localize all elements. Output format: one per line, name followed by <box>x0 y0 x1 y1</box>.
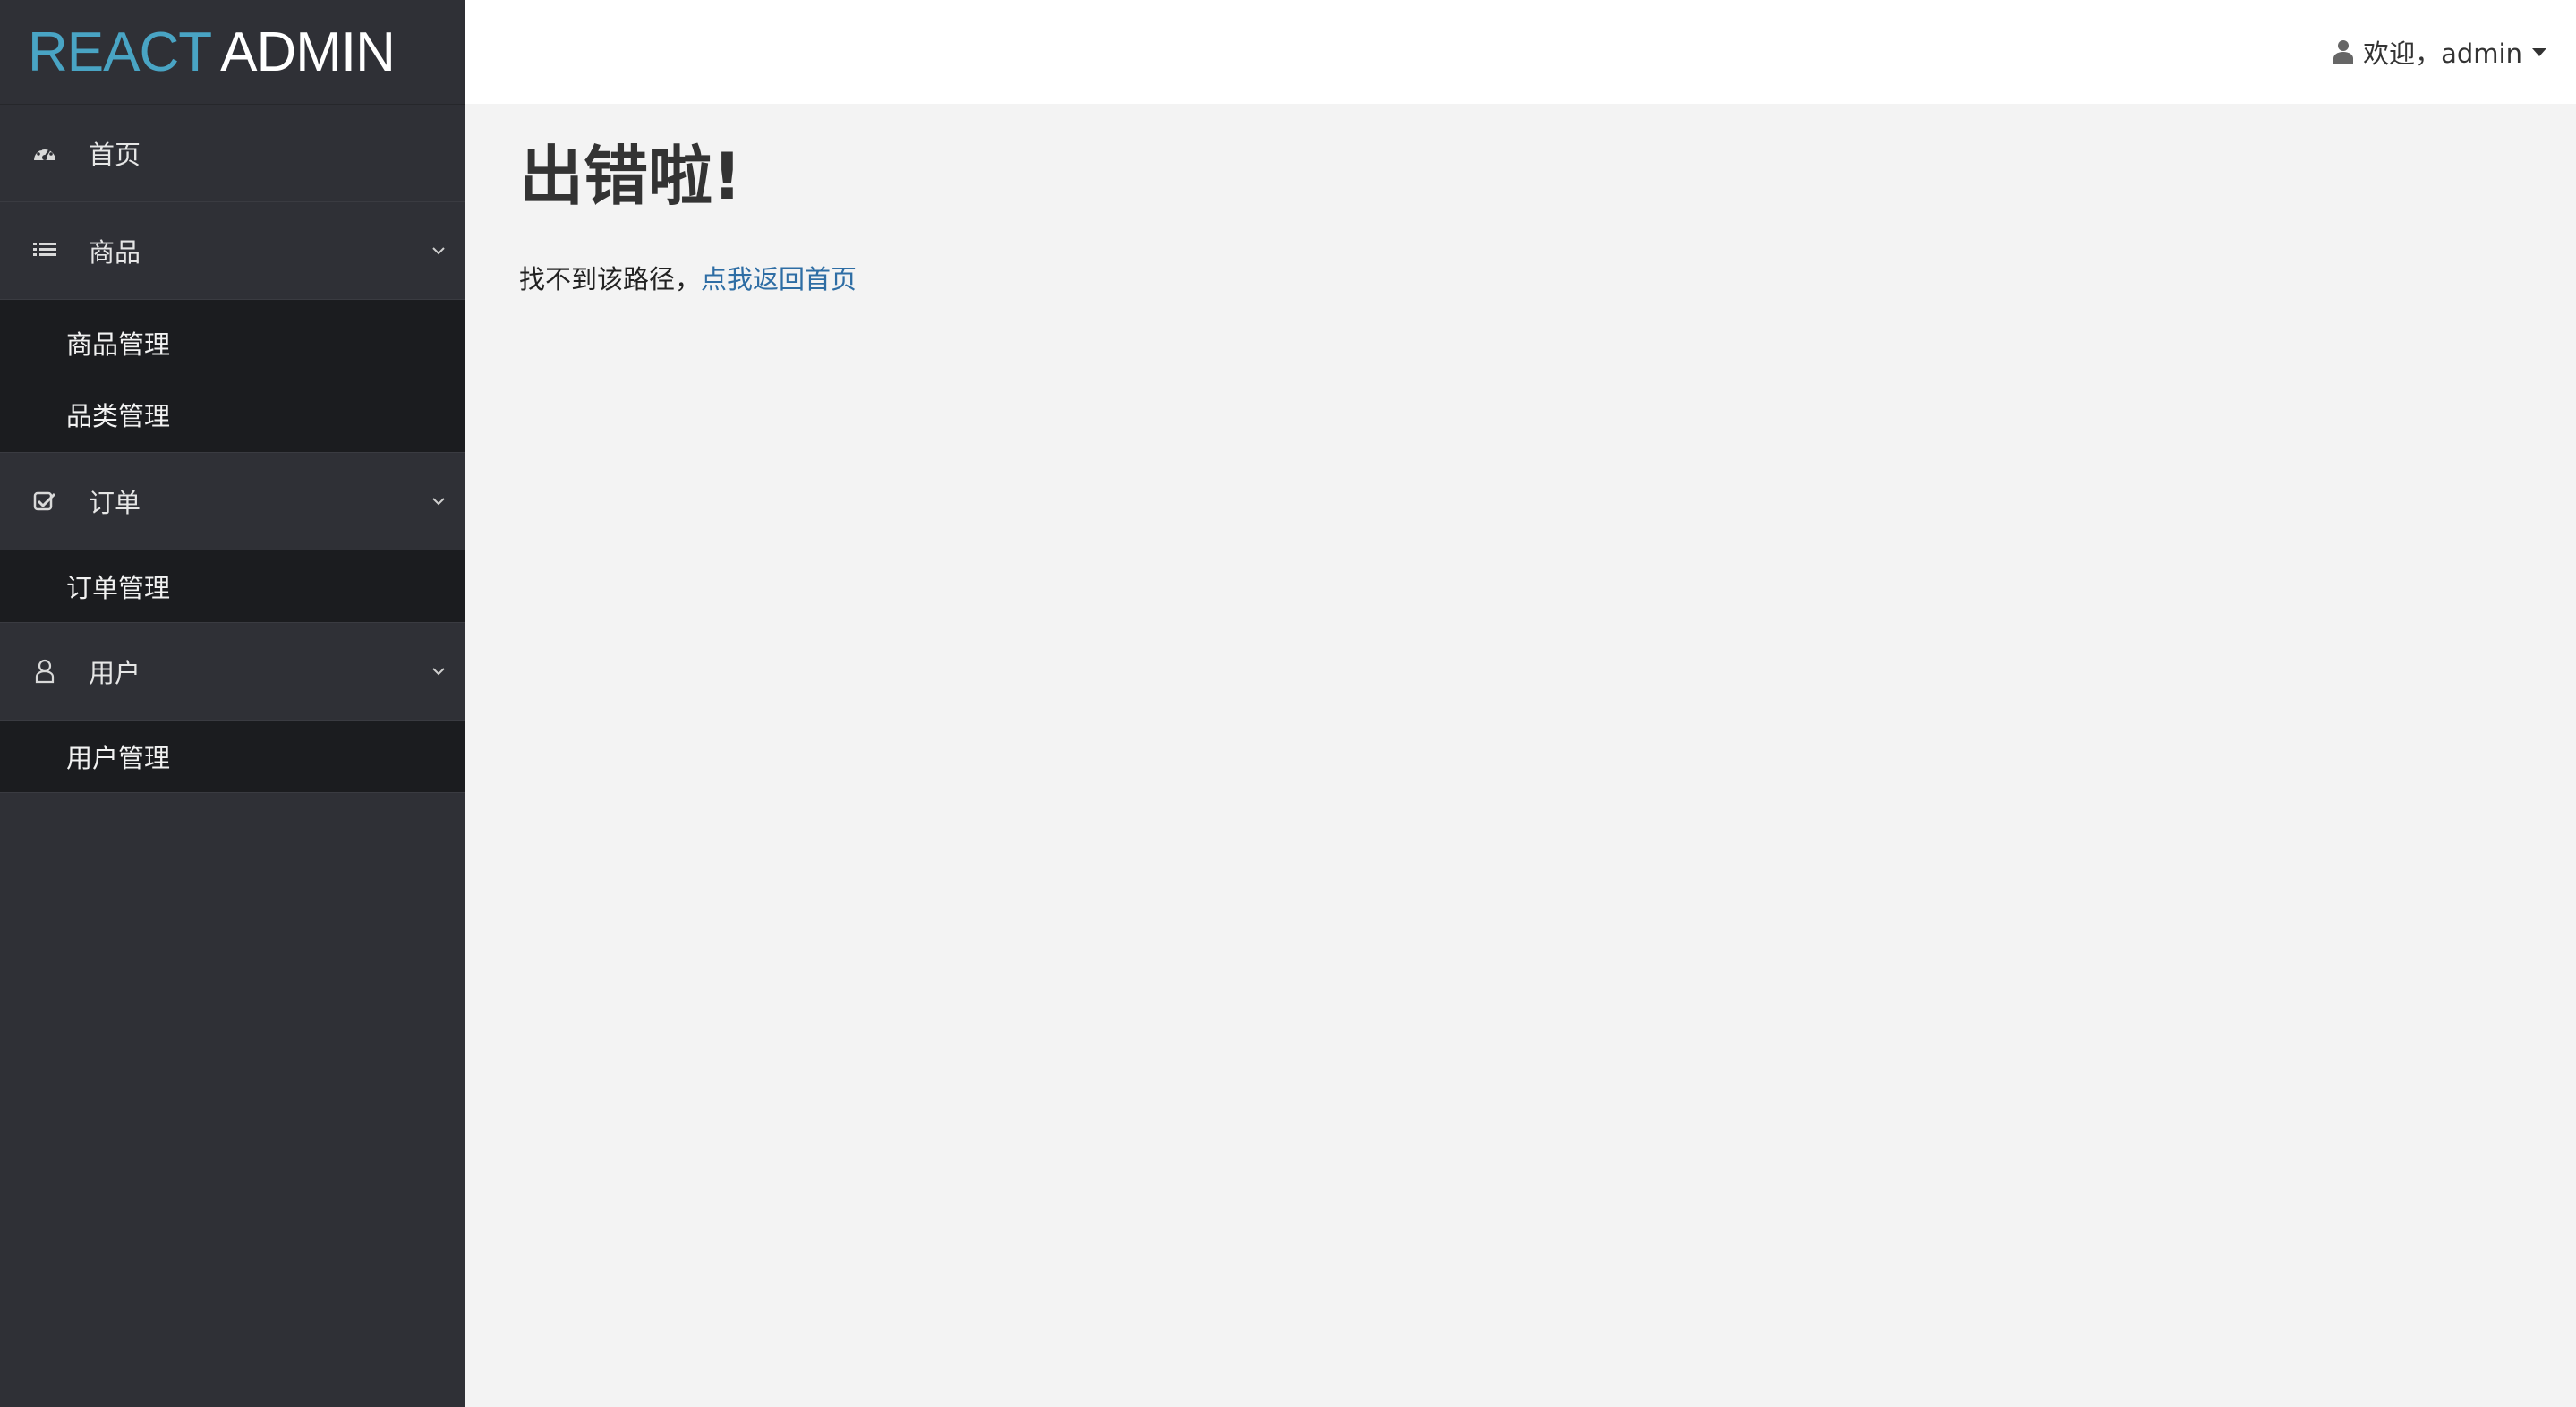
chevron-down-icon <box>432 247 445 255</box>
check-square-icon <box>30 486 60 516</box>
dashboard-icon <box>30 138 60 168</box>
sidebar-item-label: 订单 <box>89 488 141 518</box>
top-header: 欢迎，admin <box>465 0 2576 104</box>
sidebar-subitem-category-management[interactable]: 品类管理 <box>0 379 465 450</box>
sidebar-item-orders[interactable]: 订单 <box>0 453 465 550</box>
sidebar-subitem-user-management[interactable]: 用户管理 <box>0 721 465 792</box>
list-icon <box>30 235 60 266</box>
chevron-down-icon <box>432 668 445 676</box>
page-title: 出错啦! <box>519 139 742 214</box>
brand-logo[interactable]: REACT ADMIN <box>0 0 465 104</box>
submenu-products: 商品管理 品类管理 <box>0 300 465 453</box>
sidebar-item-users[interactable]: 用户 <box>0 623 465 721</box>
brand-part-react: REACT <box>28 21 212 83</box>
sidebar-subitem-product-management[interactable]: 商品管理 <box>0 307 465 379</box>
error-message: 找不到该路径，点我返回首页 <box>519 259 2576 296</box>
sidebar-item-label: 首页 <box>89 140 141 170</box>
sidebar-item-label: 商品 <box>89 237 141 268</box>
submenu-users: 用户管理 <box>0 721 465 793</box>
sidebar-item-home[interactable]: 首页 <box>0 105 465 202</box>
sidebar-subitem-order-management[interactable]: 订单管理 <box>0 550 465 622</box>
chevron-down-icon <box>432 498 445 506</box>
submenu-orders: 订单管理 <box>0 550 465 623</box>
main-content: 出错啦! 找不到该路径，点我返回首页 <box>465 104 2576 1407</box>
sidebar-nav: 首页 商品 商品管理 品类管理 订单 订单管理 用户 用户管理 <box>0 104 465 793</box>
back-home-link[interactable]: 点我返回首页 <box>701 264 857 294</box>
brand-part-admin: ADMIN <box>220 21 396 83</box>
welcome-text: 欢迎，admin <box>2363 38 2522 69</box>
sidebar: REACT ADMIN 首页 商品 商品管理 品类管理 订单 订单管理 用户 用… <box>0 0 465 1407</box>
user-icon <box>2333 40 2354 64</box>
error-text: 找不到该路径， <box>519 263 702 294</box>
sidebar-item-label: 用户 <box>89 658 141 688</box>
user-outline-icon <box>30 656 60 686</box>
sidebar-item-products[interactable]: 商品 <box>0 202 465 300</box>
user-menu[interactable]: 欢迎，admin <box>2333 0 2547 104</box>
caret-down-icon <box>2532 48 2546 56</box>
